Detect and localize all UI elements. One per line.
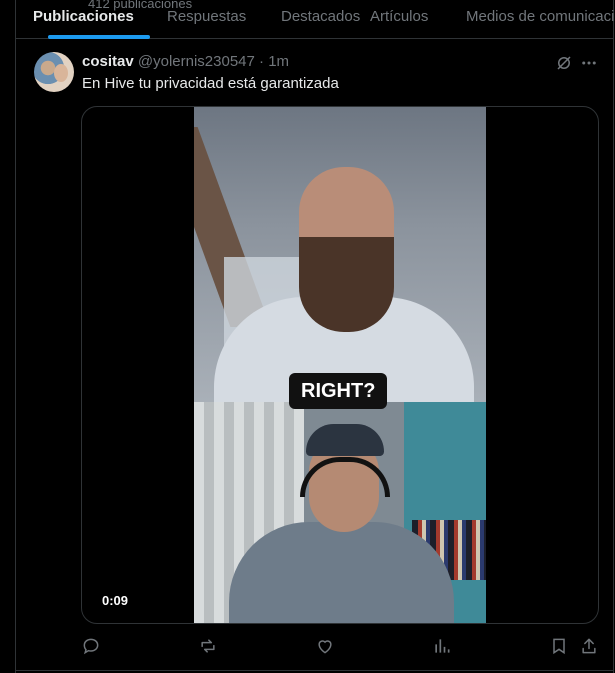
tweet-author: cositav @yolernis230547 · 1m [82,53,289,70]
more-icon[interactable] [580,54,598,72]
tab-respuestas[interactable]: Respuestas [167,8,246,25]
profile-tabs: Publicaciones Respuestas Destacados Artí… [16,0,615,39]
tab-articulos[interactable]: Artículos [370,8,428,25]
bookmark-icon[interactable] [549,636,569,656]
tab-medios[interactable]: Medios de comunicación [466,8,615,25]
tab-destacados[interactable]: Destacados [281,8,360,25]
share-icon[interactable] [579,636,599,656]
divider [16,670,614,671]
author-name[interactable]: cositav [82,53,134,70]
column-border-left [15,0,16,673]
column-border-right [613,0,614,673]
video-timestamp: 0:09 [102,593,129,608]
video-frame-top [194,107,486,402]
views-icon[interactable] [432,636,452,656]
tweet-text: En Hive tu privacidad está garantizada [82,75,339,92]
repost-icon[interactable] [198,636,218,656]
video-frame-bottom [194,402,486,623]
tab-publicaciones[interactable]: Publicaciones [33,8,134,25]
active-tab-indicator [48,35,150,39]
meta-separator: · [259,53,265,70]
video-caption: RIGHT? [289,373,388,409]
like-icon[interactable] [315,636,335,656]
reply-icon[interactable] [81,636,101,656]
avatar[interactable] [34,52,74,92]
author-handle[interactable]: @yolernis230547 [138,53,255,70]
video-player[interactable]: RIGHT? 0:09 [81,106,599,624]
tweet-time[interactable]: 1m [268,53,289,70]
grok-icon[interactable] [555,54,573,72]
tweet-actions [81,636,601,658]
